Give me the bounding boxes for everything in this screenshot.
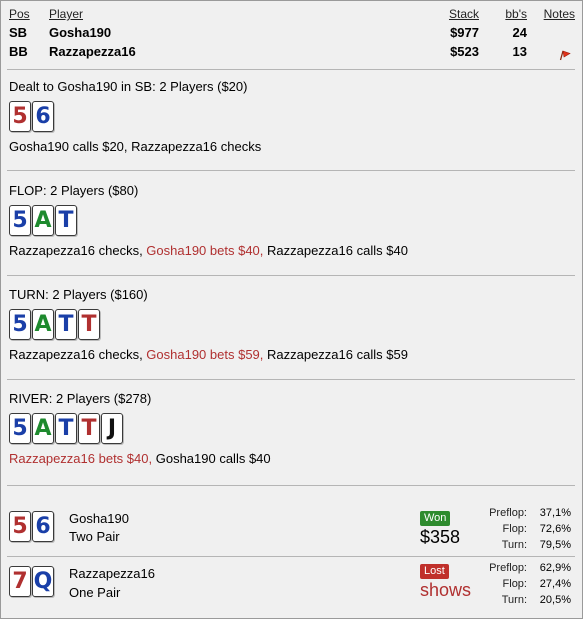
playing-card: 5 xyxy=(9,309,31,340)
playing-card: T xyxy=(78,309,100,340)
divider xyxy=(7,379,575,380)
action-text: Razzapezza16 checks, xyxy=(9,243,147,258)
action-text: Razzapezza16 checks, xyxy=(9,347,147,362)
street-title: TURN: 2 Players ($160) xyxy=(9,287,148,302)
stat-label: Flop: xyxy=(502,578,527,590)
playing-card: 5 xyxy=(9,205,31,236)
player-position: BB xyxy=(9,44,28,59)
column-header-pos[interactable]: Pos xyxy=(9,7,30,21)
street-river: RIVER: 2 Players ($278) 5ATTJ Razzapezza… xyxy=(9,390,574,468)
playing-card: T xyxy=(78,413,100,444)
stat-value: 27,4% xyxy=(539,578,571,590)
playing-card: T xyxy=(55,413,77,444)
won-badge: Won xyxy=(420,511,451,526)
playing-card: 6 xyxy=(32,511,54,542)
players-table-header: Pos Player Stack bb's Notes xyxy=(7,7,577,25)
playing-card: 5 xyxy=(9,413,31,444)
action-text: Razzapezza16 calls $40 xyxy=(263,243,408,258)
street-turn: TURN: 2 Players ($160) 5ATT Razzapezza16… xyxy=(9,286,574,364)
equity-stat-flop: Flop: 27,4% xyxy=(451,576,571,592)
hero-action-text: Gosha190 bets $40, xyxy=(146,243,264,258)
playing-card: T xyxy=(55,309,77,340)
players-table: Pos Player Stack bb's Notes SB Gosha190 … xyxy=(7,7,577,63)
equity-stats: Preflop: 62,9% Flop: 27,4% Turn: 20,5% xyxy=(451,560,571,608)
player-bbs: 24 xyxy=(512,25,527,40)
column-header-notes[interactable]: Notes xyxy=(544,7,575,21)
stat-value: 37,1% xyxy=(539,507,571,519)
player-bbs: 13 xyxy=(512,44,527,59)
result-hand-rank: One Pair xyxy=(69,585,121,600)
column-header-player[interactable]: Player xyxy=(49,7,83,21)
lost-badge: Lost xyxy=(420,564,449,579)
equity-stats: Preflop: 37,1% Flop: 72,6% Turn: 79,5% xyxy=(451,505,571,553)
divider xyxy=(7,485,575,486)
playing-card: 5 xyxy=(9,101,31,132)
stat-label: Turn: xyxy=(501,539,527,551)
street-title: FLOP: 2 Players ($80) xyxy=(9,183,139,198)
playing-card: 7 xyxy=(9,566,31,597)
street-preflop: Dealt to Gosha190 in SB: 2 Players ($20)… xyxy=(9,78,574,156)
stat-label: Flop: xyxy=(502,523,527,535)
playing-card: J xyxy=(101,413,123,444)
stat-value: 62,9% xyxy=(539,562,571,574)
player-row-bb[interactable]: BB Razzapezza16 $523 13 xyxy=(7,44,577,63)
divider xyxy=(7,275,575,276)
playing-card: A xyxy=(32,205,54,236)
player-position: SB xyxy=(9,25,28,40)
player-name: Razzapezza16 xyxy=(49,44,136,59)
player-row-sb[interactable]: SB Gosha190 $977 24 xyxy=(7,25,577,44)
street-actions: Razzapezza16 bets $40, Gosha190 calls $4… xyxy=(9,450,574,468)
playing-card: T xyxy=(55,205,77,236)
stat-value: 79,5% xyxy=(539,539,571,551)
divider xyxy=(7,170,575,171)
hero-action-text: Gosha190 bets $59, xyxy=(146,347,264,362)
note-flag-icon[interactable] xyxy=(559,49,571,61)
board-cards: 5ATTJ xyxy=(9,413,574,444)
equity-stat-turn: Turn: 20,5% xyxy=(451,592,571,608)
column-header-bbs[interactable]: bb's xyxy=(505,7,527,21)
hand-history-panel: Pos Player Stack bb's Notes SB Gosha190 … xyxy=(0,0,583,619)
player-name: Gosha190 xyxy=(49,25,112,40)
result-hand-rank: Two Pair xyxy=(69,529,120,544)
villain-action-text: Razzapezza16 bets $40, xyxy=(9,451,153,466)
stat-value: 20,5% xyxy=(539,594,571,606)
stat-value: 72,6% xyxy=(539,523,571,535)
board-cards: 5ATT xyxy=(9,309,574,340)
stat-label: Preflop: xyxy=(489,507,527,519)
board-cards: 5AT xyxy=(9,205,574,236)
shown-cards: 56 xyxy=(9,511,54,542)
playing-card: Q xyxy=(32,566,54,597)
street-title: Dealt to Gosha190 in SB: 2 Players ($20) xyxy=(9,79,248,94)
equity-stat-preflop: Preflop: 37,1% xyxy=(451,505,571,521)
divider xyxy=(7,556,575,557)
street-actions: Gosha190 calls $20, Razzapezza16 checks xyxy=(9,138,574,156)
player-stack: $977 xyxy=(450,25,479,40)
hole-cards: 56 xyxy=(9,101,574,132)
street-flop: FLOP: 2 Players ($80) 5AT Razzapezza16 c… xyxy=(9,182,574,260)
street-actions: Razzapezza16 checks, Gosha190 bets $40, … xyxy=(9,242,574,260)
action-text: Gosha190 calls $40 xyxy=(152,451,271,466)
result-player-name: Gosha190 xyxy=(69,511,129,526)
equity-stat-preflop: Preflop: 62,9% xyxy=(451,560,571,576)
stat-label: Preflop: xyxy=(489,562,527,574)
action-text: Razzapezza16 calls $59 xyxy=(263,347,408,362)
player-stack: $523 xyxy=(450,44,479,59)
result-player-name: Razzapezza16 xyxy=(69,566,155,581)
playing-card: 5 xyxy=(9,511,31,542)
action-text: Gosha190 calls $20, Razzapezza16 checks xyxy=(9,139,262,154)
equity-stat-flop: Flop: 72,6% xyxy=(451,521,571,537)
shown-cards: 7Q xyxy=(9,566,54,597)
street-title: RIVER: 2 Players ($278) xyxy=(9,391,152,406)
divider xyxy=(7,69,575,70)
result-row[interactable]: 56 Gosha190 Two Pair Won $358 Preflop: 37… xyxy=(7,505,575,555)
column-header-stack[interactable]: Stack xyxy=(449,7,479,21)
stat-label: Turn: xyxy=(501,594,527,606)
result-row[interactable]: 7Q Razzapezza16 One Pair Lost shows Pref… xyxy=(7,558,575,608)
playing-card: A xyxy=(32,413,54,444)
playing-card: 6 xyxy=(32,101,54,132)
street-actions: Razzapezza16 checks, Gosha190 bets $59, … xyxy=(9,346,574,364)
playing-card: A xyxy=(32,309,54,340)
equity-stat-turn: Turn: 79,5% xyxy=(451,537,571,553)
